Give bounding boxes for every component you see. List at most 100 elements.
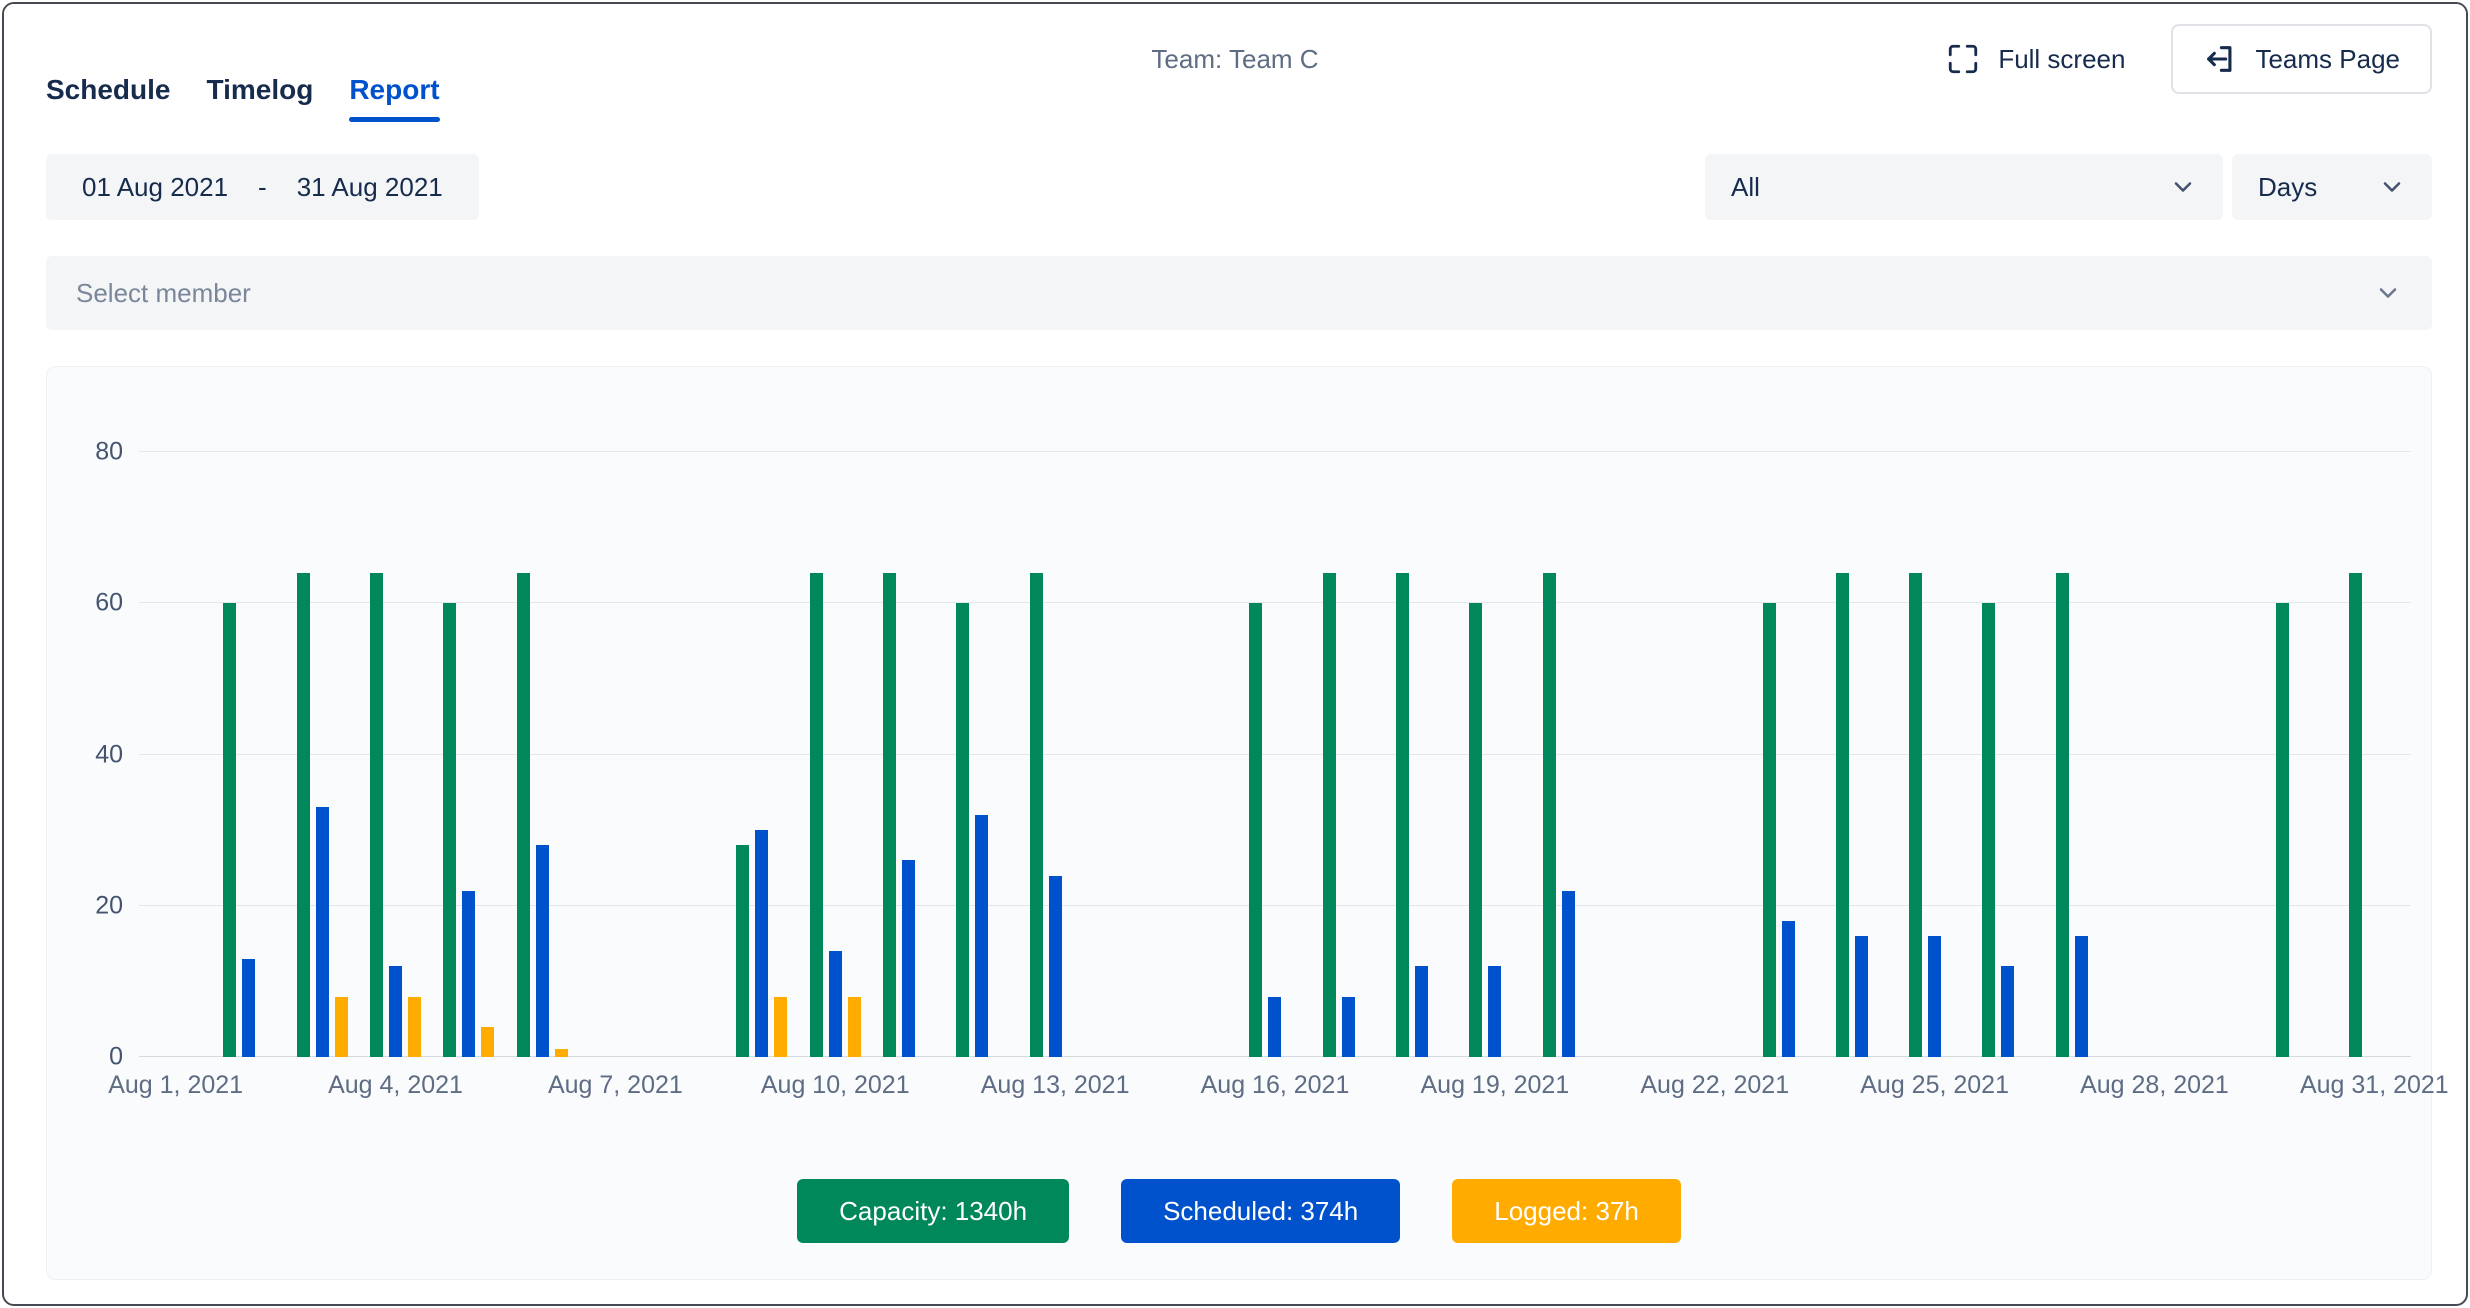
bar-scheduled — [1268, 997, 1281, 1058]
bar-group — [1312, 452, 1385, 1057]
bar-capacity — [2056, 573, 2069, 1057]
bar-group — [359, 452, 432, 1057]
fullscreen-button[interactable]: Full screen — [1946, 42, 2125, 76]
bar-capacity — [2276, 603, 2289, 1057]
date-from: 01 Aug 2021 — [82, 172, 228, 203]
chevron-down-icon — [2378, 173, 2406, 201]
tab-timelog[interactable]: Timelog — [206, 74, 313, 122]
chevron-down-icon — [2374, 279, 2402, 307]
bar-logged — [335, 997, 348, 1058]
bar-logged — [774, 997, 787, 1058]
x-tick-label: Aug 31, 2021 — [2300, 1071, 2449, 1100]
x-tick-label: Aug 4, 2021 — [328, 1071, 463, 1100]
date-range-picker[interactable]: 01 Aug 2021 - 31 Aug 2021 — [46, 154, 479, 220]
bar-group — [579, 452, 652, 1057]
bar-group — [725, 452, 798, 1057]
filter-dropdown-all[interactable]: All — [1705, 154, 2223, 220]
bar-scheduled — [755, 830, 768, 1057]
bar-logged — [555, 1049, 568, 1057]
bar-scheduled — [536, 845, 549, 1057]
bar-group — [945, 452, 1018, 1057]
x-tick-label: Aug 19, 2021 — [1420, 1071, 1569, 1100]
bar-scheduled — [1415, 966, 1428, 1057]
bar-group — [1532, 452, 1605, 1057]
bar-capacity — [297, 573, 310, 1057]
bar-group — [2045, 452, 2118, 1057]
y-tick-label: 0 — [109, 1043, 123, 1072]
legend-logged-badge[interactable]: Logged: 37h — [1452, 1179, 1681, 1243]
bar-group — [2338, 452, 2411, 1057]
bar-scheduled — [1782, 921, 1795, 1057]
bar-scheduled — [1342, 997, 1355, 1058]
bar-scheduled — [1049, 876, 1062, 1058]
date-separator: - — [258, 172, 267, 203]
bar-group — [1385, 452, 1458, 1057]
fullscreen-label: Full screen — [1998, 44, 2125, 75]
bar-group — [1678, 452, 1751, 1057]
bar-scheduled — [1488, 966, 1501, 1057]
bar-scheduled — [829, 951, 842, 1057]
x-tick-label: Aug 7, 2021 — [548, 1071, 683, 1100]
topbar-actions: Full screen Teams Page — [1946, 24, 2432, 94]
bar-group — [2264, 452, 2337, 1057]
granularity-dropdown[interactable]: Days — [2232, 154, 2432, 220]
legend-capacity-badge[interactable]: Capacity: 1340h — [797, 1179, 1069, 1243]
bar-group — [432, 452, 505, 1057]
bar-capacity — [1763, 603, 1776, 1057]
bar-scheduled — [389, 966, 402, 1057]
bar-group — [505, 452, 578, 1057]
tab-report[interactable]: Report — [349, 74, 439, 122]
bar-scheduled — [1562, 891, 1575, 1057]
bar-capacity — [1909, 573, 1922, 1057]
tab-bar: Schedule Timelog Report — [46, 74, 440, 122]
x-tick-label: Aug 25, 2021 — [1860, 1071, 2009, 1100]
bar-group — [1898, 452, 1971, 1057]
exit-to-teams-icon — [2203, 42, 2237, 76]
team-label: Team: Team C — [1151, 44, 1318, 75]
bar-group — [872, 452, 945, 1057]
member-select-placeholder: Select member — [76, 278, 251, 309]
bar-scheduled — [2001, 966, 2014, 1057]
bar-capacity — [1836, 573, 1849, 1057]
bar-group — [1605, 452, 1678, 1057]
bar-logged — [408, 997, 421, 1058]
bar-logged — [481, 1027, 494, 1057]
bar-scheduled — [2075, 936, 2088, 1057]
bar-group — [2191, 452, 2264, 1057]
bar-capacity — [223, 603, 236, 1057]
bar-scheduled — [316, 807, 329, 1057]
filter-all-value: All — [1731, 172, 1760, 203]
bar-group — [1971, 452, 2044, 1057]
y-tick-label: 60 — [95, 589, 123, 618]
bar-capacity — [517, 573, 530, 1057]
bar-scheduled — [1928, 936, 1941, 1057]
y-tick-label: 40 — [95, 740, 123, 769]
y-tick-label: 80 — [95, 438, 123, 467]
bar-capacity — [1469, 603, 1482, 1057]
bar-group — [1092, 452, 1165, 1057]
fullscreen-icon — [1946, 42, 1980, 76]
chevron-down-icon — [2169, 173, 2197, 201]
bar-scheduled — [242, 959, 255, 1057]
bar-group — [286, 452, 359, 1057]
bar-capacity — [1982, 603, 1995, 1057]
chart-legend: Capacity: 1340h Scheduled: 374h Logged: 37… — [47, 1179, 2431, 1243]
bar-scheduled — [1855, 936, 1868, 1057]
bar-group — [1458, 452, 1531, 1057]
top-bar: Schedule Timelog Report Team: Team C Ful… — [4, 4, 2466, 122]
bar-capacity — [2349, 573, 2362, 1057]
bar-scheduled — [975, 815, 988, 1057]
bar-capacity — [370, 573, 383, 1057]
teams-page-button[interactable]: Teams Page — [2171, 24, 2432, 94]
legend-scheduled-badge[interactable]: Scheduled: 374h — [1121, 1179, 1400, 1243]
bar-logged — [848, 997, 861, 1058]
x-tick-label: Aug 16, 2021 — [1201, 1071, 1350, 1100]
x-tick-label: Aug 22, 2021 — [1640, 1071, 1789, 1100]
member-select[interactable]: Select member — [46, 256, 2432, 330]
tab-schedule[interactable]: Schedule — [46, 74, 170, 122]
bar-group — [1238, 452, 1311, 1057]
report-chart-card: 020406080 Aug 1, 2021Aug 4, 2021Aug 7, 2… — [46, 366, 2432, 1280]
bar-group — [1165, 452, 1238, 1057]
bar-capacity — [1323, 573, 1336, 1057]
granularity-value: Days — [2258, 172, 2317, 203]
